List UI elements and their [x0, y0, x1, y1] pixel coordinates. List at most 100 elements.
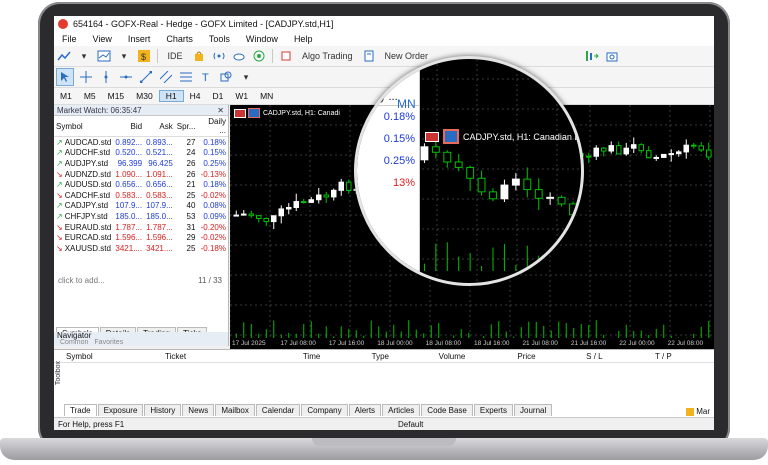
candle-body — [698, 145, 704, 151]
tab-news[interactable]: News — [182, 404, 215, 416]
add-symbol-input[interactable]: click to add... — [58, 276, 105, 285]
tab-alerts[interactable]: Alerts — [348, 404, 382, 416]
horizontal-line-icon[interactable] — [118, 69, 134, 85]
column-symbol[interactable]: Symbol — [54, 116, 114, 137]
col-price[interactable]: Price — [517, 352, 586, 361]
tab-history[interactable]: History — [144, 404, 182, 416]
symbol-cell: ↗ CADJPY.std — [56, 201, 109, 211]
trade-table-header: Symbol Ticket Time Type Volume Price S /… — [54, 350, 714, 363]
cloud-icon[interactable] — [231, 48, 247, 64]
status-profile[interactable]: Default — [398, 420, 423, 429]
col-time[interactable]: Time — [293, 352, 372, 361]
market-watch-row[interactable]: ↗ CADJPY.std 107.9... 107.9... 40 0.08% — [54, 201, 228, 212]
column-bid[interactable]: Bid — [113, 116, 145, 137]
timeframe-m1[interactable]: M1 — [54, 91, 78, 101]
menu-view[interactable]: View — [85, 34, 120, 44]
signal-icon[interactable] — [211, 48, 227, 64]
shapes-icon[interactable] — [218, 69, 234, 85]
close-icon[interactable]: ✕ — [217, 106, 224, 115]
market-watch-row[interactable]: ↗ AUDUSD.std 0.656... 0.656... 21 0.18% — [54, 179, 228, 190]
candle-body — [586, 155, 592, 158]
daily-change-cell: 0.08% — [203, 201, 226, 211]
tab-common[interactable]: Common — [60, 339, 88, 346]
one-click-trading-icon[interactable] — [584, 48, 600, 64]
tab-favorites[interactable]: Favorites — [94, 339, 123, 346]
toolbox-tabs: Trade Exposure History News Mailbox Calendar C… — [64, 404, 553, 416]
algo-trading-button[interactable]: Algo Trading — [298, 48, 357, 64]
menu-help[interactable]: Help — [286, 34, 321, 44]
market-watch-row[interactable]: ↘ EURCAD.std 1.596... 1.596... 29 -0.02% — [54, 232, 228, 243]
timeframe-m30[interactable]: M30 — [130, 91, 159, 101]
chart-trade-icon[interactable] — [248, 108, 260, 118]
fibonacci-icon[interactable] — [178, 69, 194, 85]
dollar-icon[interactable]: $ — [136, 48, 152, 64]
menu-insert[interactable]: Insert — [120, 34, 159, 44]
shopping-bag-icon[interactable] — [191, 48, 207, 64]
market-watch-row[interactable]: ↗ AUDCAD.std 0.892... 0.893... 27 0.18% — [54, 137, 228, 148]
tab-journal[interactable]: Journal — [514, 404, 553, 416]
candle-body — [511, 178, 520, 186]
bid-cell: 185.0... — [115, 211, 143, 221]
menu-file[interactable]: File — [54, 34, 85, 44]
menu-tools[interactable]: Tools — [201, 34, 238, 44]
tab-company[interactable]: Company — [301, 404, 348, 416]
market-watch-row[interactable]: ↘ EURAUD.std 1.787... 1.787... 31 -0.20% — [54, 222, 228, 233]
daily-change-cell: 0.18% — [203, 137, 226, 147]
market-watch-row[interactable]: ↗ AUDJPY.std 96.399 96.425 26 0.25% — [54, 158, 228, 169]
menu-charts[interactable]: Charts — [158, 34, 201, 44]
column-daily[interactable]: Daily ... — [197, 116, 228, 137]
timeframe-m5[interactable]: M5 — [78, 91, 102, 101]
timeframe-h4[interactable]: H4 — [184, 91, 207, 101]
column-ask[interactable]: Ask — [144, 116, 175, 137]
market-watch-row[interactable]: ↗ AUDCHF.std 0.520... 0.521... 24 0.15% — [54, 148, 228, 159]
col-ticket[interactable]: Ticket — [125, 352, 293, 361]
market-watch-row[interactable]: ↘ XAUUSD.std 3421.... 3421.... 25 -0.18% — [54, 243, 228, 254]
profiles-icon[interactable] — [96, 48, 112, 64]
tab-experts[interactable]: Experts — [473, 404, 514, 416]
vertical-line-icon[interactable] — [98, 69, 114, 85]
col-volume[interactable]: Volume — [431, 352, 518, 361]
timeframe-h1[interactable]: H1 — [158, 90, 184, 102]
screenshot-icon[interactable] — [604, 48, 620, 64]
chevron-down-icon-3[interactable]: ▾ — [238, 69, 254, 85]
ide-button[interactable]: IDE — [163, 48, 187, 64]
trendline-icon[interactable] — [138, 69, 154, 85]
ask-cell: 96.425 — [148, 158, 173, 168]
market-watch-header: Market Watch: 06:35:47 ✕ — [54, 105, 228, 116]
arrow-down-icon: ↘ — [56, 169, 63, 179]
algo-trading-icon[interactable] — [278, 48, 294, 64]
candle-body — [691, 144, 697, 147]
col-symbol[interactable]: Symbol — [54, 352, 125, 361]
col-sl[interactable]: S / L — [586, 352, 655, 361]
timeframe-w1[interactable]: W1 — [229, 91, 254, 101]
new-chart-icon[interactable] — [56, 48, 72, 64]
text-icon[interactable]: T — [198, 69, 214, 85]
separator — [157, 49, 158, 63]
col-tp[interactable]: T / P — [655, 352, 714, 361]
tab-calendar[interactable]: Calendar — [255, 404, 301, 416]
chevron-down-icon-2[interactable]: ▾ — [116, 48, 132, 64]
bid-cell: 107.9... — [115, 201, 143, 211]
column-spread[interactable]: Spr... — [174, 116, 198, 137]
tab-mailbox[interactable]: Mailbox — [215, 404, 255, 416]
cursor-icon[interactable] — [56, 68, 74, 86]
market-watch-row[interactable]: ↗ CHFJPY.std 185.0... 185.0... 53 0.09% — [54, 211, 228, 222]
tab-exposure[interactable]: Exposure — [97, 404, 144, 416]
tab-trade[interactable]: Trade — [64, 404, 97, 416]
vps-icon[interactable] — [251, 48, 267, 64]
market-watch-row[interactable]: ↘ CADCHF.std 0.583... 0.583... 25 -0.02% — [54, 190, 228, 201]
tab-articles[interactable]: Articles — [382, 404, 421, 416]
col-type[interactable]: Type — [372, 352, 431, 361]
timeframe-d1[interactable]: D1 — [206, 91, 229, 101]
market-button[interactable]: Mar — [686, 407, 710, 416]
chevron-down-icon[interactable]: ▾ — [76, 48, 92, 64]
market-watch-row[interactable]: ↘ AUDNZD.std 1.090... 1.091... 26 -0.13% — [54, 169, 228, 180]
timeframe-mn[interactable]: MN — [254, 91, 279, 101]
timeframe-m15[interactable]: M15 — [102, 91, 131, 101]
tab-code-base[interactable]: Code Base — [421, 404, 473, 416]
channel-icon[interactable] — [158, 69, 174, 85]
crosshair-icon[interactable] — [78, 69, 94, 85]
spread-cell: 24 — [186, 148, 196, 158]
menu-window[interactable]: Window — [238, 34, 286, 44]
bid-cell: 0.520... — [115, 148, 143, 158]
